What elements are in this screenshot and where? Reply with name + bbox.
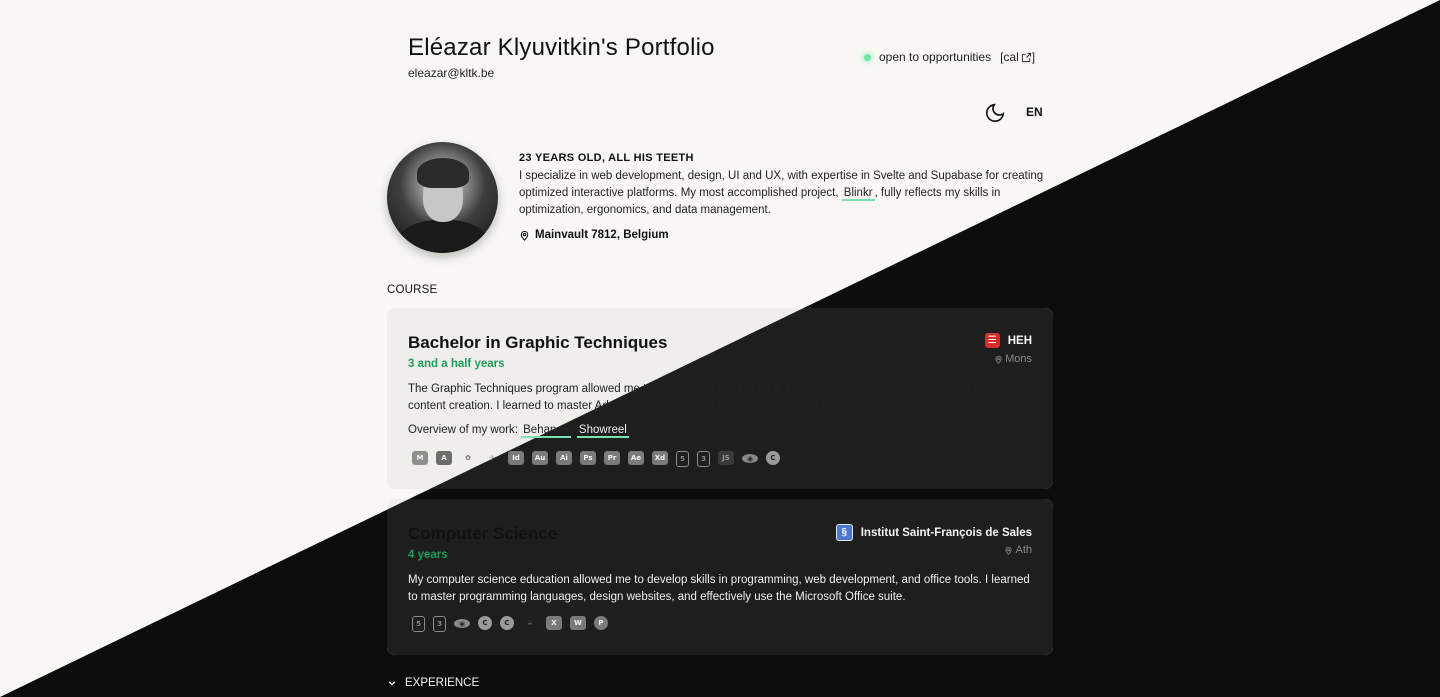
tool-icons: 5 3 ◉ C C ☕ X W P (412, 616, 608, 632)
institut-logo-icon: § (835, 524, 853, 541)
avatar (387, 142, 498, 253)
school-name: § Institut Saint-François de Sales (835, 524, 1032, 541)
overview-line: Overview of my work: Behance, Showreel (408, 424, 629, 438)
heh-logo-icon: ☰ (984, 333, 1000, 348)
csharp-icon: C (478, 616, 492, 630)
word-icon: W (570, 616, 586, 630)
premiere-icon: Pr (604, 451, 620, 465)
page-title: Eléazar Klyuvitkin's Portfolio (408, 34, 715, 61)
map-pin-icon (1005, 546, 1013, 555)
experience-section-title: EXPERIENCE (405, 677, 480, 689)
photoshop-icon: Ps (580, 451, 596, 465)
email-address[interactable]: eleazar@kltk.be (408, 66, 494, 80)
school-city: Mons (994, 353, 1032, 365)
course-card: Bachelor in Graphic Techniques 3 and a h… (387, 308, 1053, 489)
course-duration: 3 and a half years (408, 358, 505, 370)
excel-icon: X (546, 616, 562, 630)
school-city: Ath (1004, 544, 1032, 556)
availability-status: open to opportunities [cal ] (864, 50, 1035, 64)
blinkr-link[interactable]: Blinkr (841, 187, 875, 201)
php-icon: ◉ (742, 454, 758, 463)
powerpoint-icon: P (594, 616, 608, 630)
map-pin-icon (995, 355, 1002, 364)
css3-icon: 3 (697, 451, 710, 467)
html5-icon: 5 (676, 451, 689, 467)
course-card: Computer Science 4 years § Institut Sain… (387, 499, 1053, 655)
java-icon: ☕ (526, 619, 534, 627)
course-description: The Graphic Techniques program allowed m… (408, 383, 1004, 412)
indesign-icon: Id (508, 451, 524, 465)
markdown-icon: M (412, 451, 428, 465)
blender-icon: ✿ (465, 454, 471, 462)
chevron-down-icon (388, 681, 396, 686)
age-headline: 23 YEARS OLD, ALL HIS TEETH (519, 152, 694, 164)
course-title: Computer Science (408, 524, 558, 543)
javascript-icon: JS (718, 451, 734, 465)
figma-icon: ✈ (489, 454, 495, 462)
course-title: Bachelor in Graphic Techniques (408, 333, 668, 352)
xd-icon: Xd (652, 451, 668, 465)
map-pin-icon (520, 230, 529, 241)
php-icon: ◉ (454, 619, 470, 628)
c-language-icon: C (766, 451, 780, 465)
location-text: Mainvault 7812, Belgium (535, 229, 669, 241)
school-name: ☰ HEH (984, 333, 1032, 348)
course-description: My computer science education allowed me… (408, 574, 1030, 603)
course-section-title: COURSE (387, 284, 438, 296)
behance-link[interactable]: Behance (521, 424, 571, 438)
bio-text: I specialize in web development, design,… (519, 170, 1044, 216)
calendar-link-label: [cal (1000, 50, 1019, 64)
external-link-icon (1021, 52, 1031, 62)
moon-icon[interactable] (984, 102, 1006, 124)
cpp-icon: C (500, 616, 514, 630)
status-dot-icon (864, 53, 871, 61)
course-duration: 4 years (408, 549, 448, 561)
calendar-link-close: ] (1031, 50, 1036, 64)
calendar-link[interactable]: [cal ] (1000, 50, 1035, 64)
illustrator-icon: Ai (556, 451, 572, 465)
tool-icons: M A ✿ ✈ Id Au Ai Ps Pr Ae Xd 5 3 JS ◉ C (412, 451, 780, 467)
showreel-link[interactable]: Showreel (576, 424, 629, 438)
after-effects-icon: Ae (628, 451, 644, 465)
experience-section-toggle[interactable]: EXPERIENCE (387, 677, 479, 689)
html5-icon: 5 (412, 616, 425, 632)
affinity-icon: A (436, 451, 452, 465)
status-text: open to opportunities (879, 50, 992, 64)
language-switcher[interactable]: EN (1026, 105, 1043, 119)
css3-icon: 3 (433, 616, 446, 632)
location: Mainvault 7812, Belgium (519, 229, 669, 241)
audition-icon: Au (532, 451, 548, 465)
